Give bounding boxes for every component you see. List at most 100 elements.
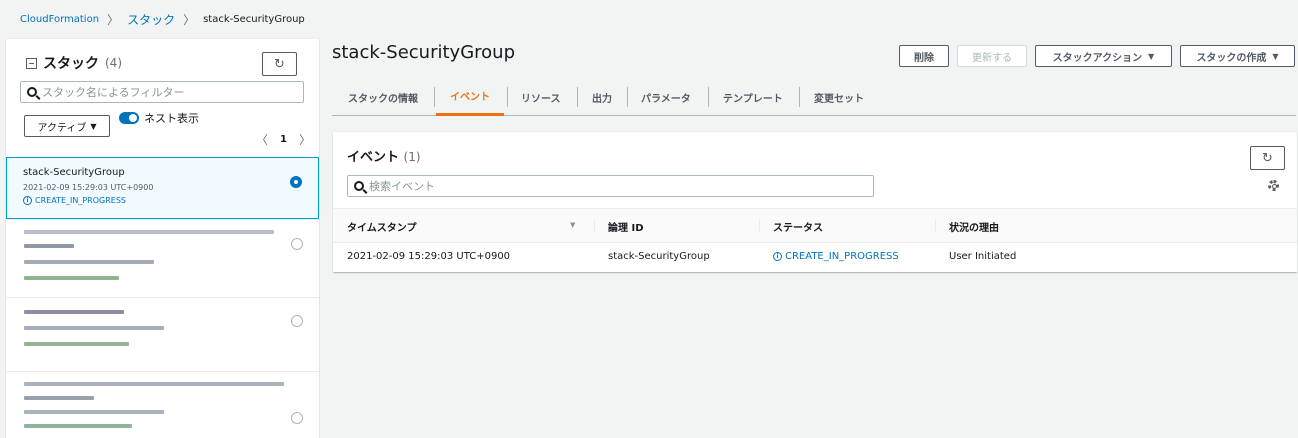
chevron-right-icon: 〉 [107,12,120,27]
table-row: 2021-02-09 15:29:03 UTC+0900 stack-Secur… [333,243,1297,272]
tab-divider [627,87,628,107]
event-status: i CREATE_IN_PROGRESS [773,251,899,262]
events-search-input[interactable] [369,179,873,193]
stack-status-filter[interactable]: アクティブ ▼ [24,115,110,137]
tab-stack-info[interactable]: スタックの情報 [348,78,418,116]
tab-events[interactable]: イベント [436,78,504,116]
stack-list-item[interactable]: stack-SecurityGroup 2021-02-09 15:29:03 … [6,157,319,219]
redacted-text [24,396,94,400]
column-header-reason[interactable]: 状況の理由 [949,219,999,234]
stacks-search-input[interactable] [42,85,303,99]
breadcrumb-stacks[interactable]: スタック [127,11,175,28]
redacted-text [24,230,274,234]
stack-actions-label: スタックアクション [1052,52,1143,64]
tab-outputs[interactable]: 出力 [592,78,612,116]
events-table-header: タイムスタンプ ▼ 論理 ID ステータス 状況の理由 [333,208,1297,243]
tab-divider [434,87,435,107]
stack-list-item-redacted[interactable] [6,371,319,438]
tab-divider [708,87,709,107]
stack-name: stack-SecurityGroup [23,167,125,178]
nested-view-toggle[interactable] [119,112,139,124]
column-header-status[interactable]: ステータス [773,219,823,234]
stacks-panel-title: スタック (4) [26,53,122,73]
events-count: (1) [403,150,421,164]
page-number[interactable]: 1 [280,134,287,145]
tab-divider [507,87,508,107]
stack-radio[interactable] [291,315,303,327]
redacted-text [24,310,124,314]
info-icon: i [23,196,32,205]
stacks-title-text: スタック [43,56,99,72]
stack-list-item-redacted[interactable] [6,219,319,297]
delete-button-label: 削除 [914,52,934,64]
tab-divider [577,87,578,107]
redacted-text [24,276,119,280]
nested-view-label: ネスト表示 [144,112,199,125]
column-header-logical-id[interactable]: 論理 ID [608,219,644,234]
page-title: stack-SecurityGroup [332,42,515,63]
delete-button[interactable]: 削除 [899,45,949,67]
events-title: イベント (1) [347,146,421,165]
stack-status-filter-value: アクティブ [37,122,87,134]
search-icon [354,181,364,191]
update-button[interactable]: 更新する [957,45,1027,67]
stack-list-item-redacted[interactable] [6,297,319,371]
event-status-text: CREATE_IN_PROGRESS [785,251,899,262]
refresh-icon: ↻ [274,56,285,72]
redacted-text [24,326,164,330]
caret-down-icon: ▼ [90,121,97,131]
caret-down-icon: ▼ [1148,51,1155,61]
tab-resources[interactable]: リソース [521,78,561,116]
collapse-icon[interactable] [26,57,37,69]
info-icon: i [773,252,782,261]
tab-divider [799,87,800,107]
search-icon [27,87,37,97]
stack-date: 2021-02-09 15:29:03 UTC+0900 [23,183,154,192]
events-search [347,175,874,197]
stack-radio[interactable] [291,238,303,250]
stack-actions-button[interactable]: スタックアクション ▼ [1035,45,1172,67]
stacks-panel-header: スタック (4) ↻ アクティブ ▼ ネスト表示 〈 1 〉 [6,39,319,157]
tab-parameters[interactable]: パラメータ [641,78,691,116]
events-refresh-button[interactable]: ↻ [1250,146,1285,170]
breadcrumb-current: stack-SecurityGroup [203,13,305,25]
chevron-right-icon: 〉 [183,12,196,27]
stacks-search [20,81,304,103]
column-divider [594,219,595,233]
stack-tabs: スタックの情報 イベント リソース 出力 パラメータ テンプレート 変更セット [332,78,1296,116]
chevron-left-icon[interactable]: 〈 [256,131,268,148]
pagination: 〈 1 〉 [256,131,311,148]
column-divider [935,219,936,233]
stacks-panel: スタック (4) ↻ アクティブ ▼ ネスト表示 〈 1 〉 stack-Sec… [6,38,319,438]
events-title-text: イベント [347,150,400,165]
update-button-label: 更新する [972,52,1012,64]
tab-change-sets[interactable]: 変更セット [814,78,864,116]
redacted-text [24,382,284,386]
redacted-text [24,342,129,346]
sort-descending-icon[interactable]: ▼ [570,221,575,229]
event-timestamp: 2021-02-09 15:29:03 UTC+0900 [347,251,511,262]
event-logical-id: stack-SecurityGroup [608,251,710,262]
stacks-refresh-button[interactable]: ↻ [262,52,297,76]
create-stack-button[interactable]: スタックの作成 ▼ [1180,45,1295,67]
column-divider [759,219,760,233]
redacted-text [24,260,154,264]
events-panel: イベント (1) ↻ タイムスタンプ ▼ 論理 ID ステータス 状況の理由 2… [333,131,1297,272]
breadcrumb: CloudFormation 〉 スタック 〉 stack-SecurityGr… [20,10,305,28]
create-stack-label: スタックの作成 [1196,52,1267,64]
refresh-icon: ↻ [1262,150,1273,166]
event-reason: User Initiated [949,251,1017,262]
column-header-timestamp[interactable]: タイムスタンプ [347,219,417,234]
chevron-right-icon[interactable]: 〉 [299,131,311,148]
stacks-count: (4) [105,56,122,70]
tab-template[interactable]: テンプレート [723,78,783,116]
gear-icon[interactable] [1268,180,1279,191]
caret-down-icon: ▼ [1272,51,1279,61]
stack-radio-selected[interactable] [290,176,302,188]
redacted-text [24,424,132,428]
stack-status-text: CREATE_IN_PROGRESS [35,196,126,205]
breadcrumb-cloudformation[interactable]: CloudFormation [20,14,99,25]
redacted-text [24,410,164,414]
stack-status: i CREATE_IN_PROGRESS [23,196,126,205]
stack-radio[interactable] [291,412,303,424]
